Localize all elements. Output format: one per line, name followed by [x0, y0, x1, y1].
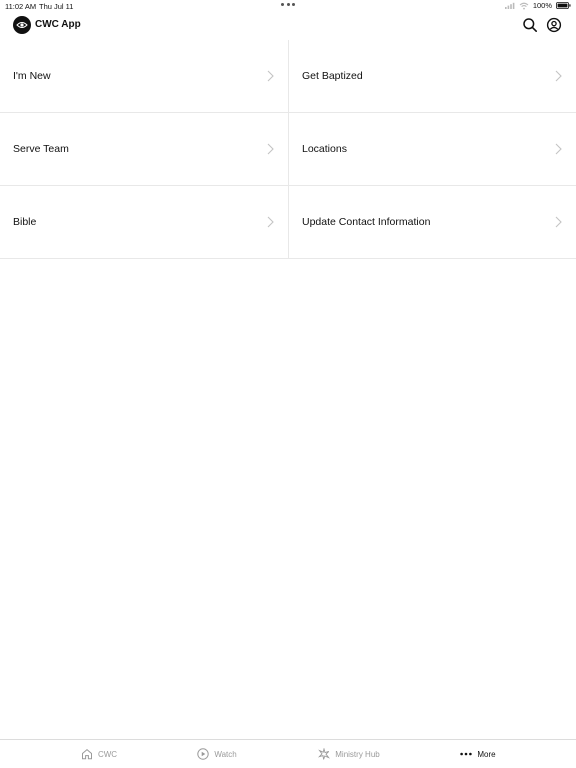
tab-label: Ministry Hub [335, 749, 380, 759]
app-header: CWC App [0, 12, 576, 40]
tab-more[interactable]: More [406, 740, 550, 768]
tab-watch[interactable]: Watch [145, 740, 289, 768]
ministry-hub-icon [318, 748, 331, 760]
cwc-logo-icon [16, 22, 28, 28]
menu-item-label: Bible [13, 216, 37, 228]
menu-item-label: Serve Team [13, 143, 69, 155]
menu-item-locations[interactable]: Locations [289, 113, 576, 186]
tab-label: Watch [214, 749, 237, 759]
more-icon [460, 752, 473, 756]
status-date: Thu Jul 11 [39, 2, 74, 11]
menu-item-label: Update Contact Information [302, 216, 431, 228]
battery-percent: 100% [532, 1, 552, 10]
cellular-signal-icon [504, 2, 515, 9]
app-logo [13, 16, 31, 34]
home-icon [81, 748, 92, 760]
menu-item-serve-team[interactable]: Serve Team [0, 113, 289, 186]
menu-item-get-baptized[interactable]: Get Baptized [289, 40, 576, 113]
menu-grid: I'm New Get Baptized Serve Team Location… [0, 40, 576, 259]
chevron-right-icon [267, 216, 274, 228]
status-time: 11:02 AM [5, 2, 37, 11]
chevron-right-icon [555, 143, 562, 155]
status-indicators: 100% [504, 1, 571, 10]
menu-item-label: Locations [302, 143, 347, 155]
tab-label: CWC [97, 749, 118, 759]
profile-icon[interactable] [546, 17, 562, 33]
menu-item-im-new[interactable]: I'm New [0, 40, 289, 113]
menu-item-bible[interactable]: Bible [0, 186, 289, 259]
tab-ministry-hub[interactable]: Ministry Hub [277, 740, 421, 768]
multitasking-dots-icon[interactable] [281, 3, 295, 7]
menu-item-update-contact-information[interactable]: Update Contact Information [289, 186, 576, 259]
wifi-icon [519, 2, 529, 9]
play-icon [197, 748, 210, 760]
chevron-right-icon [555, 70, 562, 82]
app-screen: 11:02 AM Thu Jul 11 100% CWC App I'm New… [0, 0, 576, 768]
menu-item-label: I'm New [13, 70, 51, 82]
chevron-right-icon [267, 143, 274, 155]
tab-bar: CWC Watch Ministry Hub More [0, 739, 576, 768]
battery-icon [556, 2, 571, 9]
chevron-right-icon [267, 70, 274, 82]
chevron-right-icon [555, 216, 562, 228]
status-bar: 11:02 AM Thu Jul 11 100% [0, 0, 576, 12]
tab-label: More [477, 749, 496, 759]
search-icon[interactable] [522, 17, 538, 33]
app-title: CWC App [35, 19, 81, 30]
menu-item-label: Get Baptized [302, 70, 363, 82]
